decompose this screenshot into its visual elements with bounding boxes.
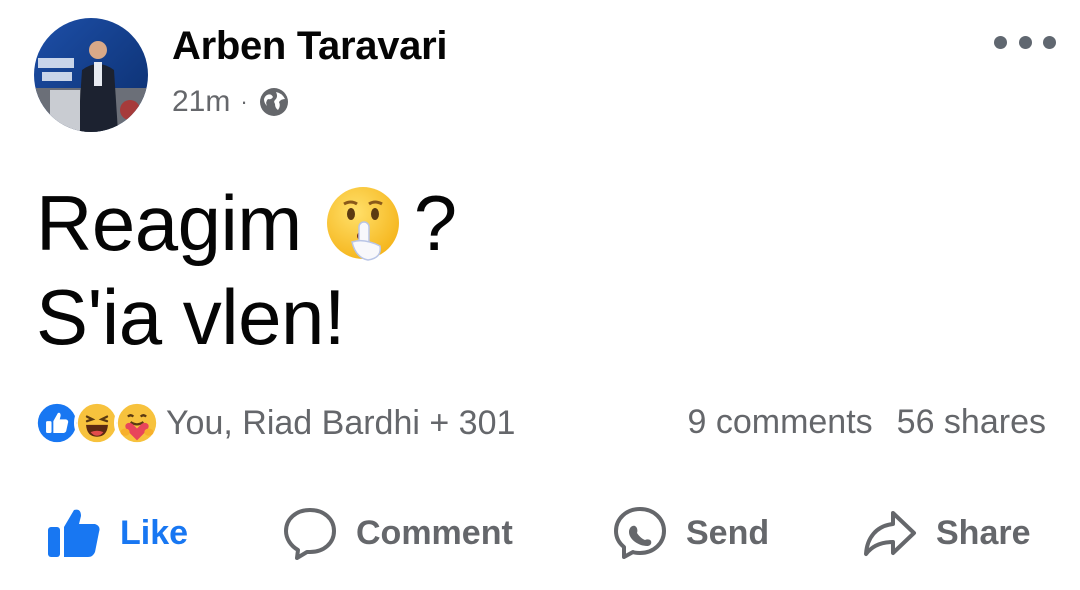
author-avatar[interactable] <box>34 18 148 132</box>
reactions-summary[interactable]: You, Riad Bardhi + 301 <box>34 400 515 446</box>
more-options-button[interactable] <box>994 26 1056 58</box>
post-text-line2: S'ia vlen! <box>36 273 346 361</box>
thumbs-up-icon <box>48 509 100 557</box>
messenger-icon <box>614 507 666 559</box>
comment-label: Comment <box>356 513 513 552</box>
post-stats: 9 comments 56 shares <box>687 403 1046 442</box>
send-button[interactable]: Send <box>612 498 769 568</box>
shushing-face-icon <box>326 187 399 261</box>
like-button[interactable]: Like <box>46 498 188 568</box>
action-bar: Like Comment Send Share <box>0 498 1080 568</box>
like-label: Like <box>120 513 189 552</box>
meta-separator: · <box>240 89 248 114</box>
comment-button[interactable]: Comment <box>282 498 513 568</box>
post-text-question: ? <box>413 179 457 267</box>
comment-icon <box>284 508 336 560</box>
more-dot-icon <box>994 35 1007 49</box>
author-name[interactable]: Arben Taravari <box>172 22 447 70</box>
send-label: Send <box>686 513 770 552</box>
post-time[interactable]: 21m <box>172 85 230 119</box>
globe-icon[interactable] <box>258 86 290 118</box>
reactions-summary-text: You, Riad Bardhi + 301 <box>166 403 516 442</box>
reaction-icons <box>34 400 160 446</box>
post-text-line1: Reagim <box>36 179 302 267</box>
post-text: Reagim ? S'ia vlen! <box>36 176 457 364</box>
more-dot-icon <box>1018 35 1032 49</box>
share-label: Share <box>936 513 1031 552</box>
post-line-1: Reagim ? <box>36 176 457 270</box>
avatar-image <box>34 18 148 132</box>
post-meta: 21m · <box>172 82 290 122</box>
post-line-2: S'ia vlen! <box>36 270 457 364</box>
comments-count[interactable]: 9 comments <box>687 403 872 442</box>
shares-count[interactable]: 56 shares <box>897 403 1046 442</box>
care-reaction-icon <box>114 400 160 446</box>
more-dot-icon <box>1043 35 1056 49</box>
share-arrow-icon <box>864 511 916 556</box>
share-button[interactable]: Share <box>862 498 1031 568</box>
